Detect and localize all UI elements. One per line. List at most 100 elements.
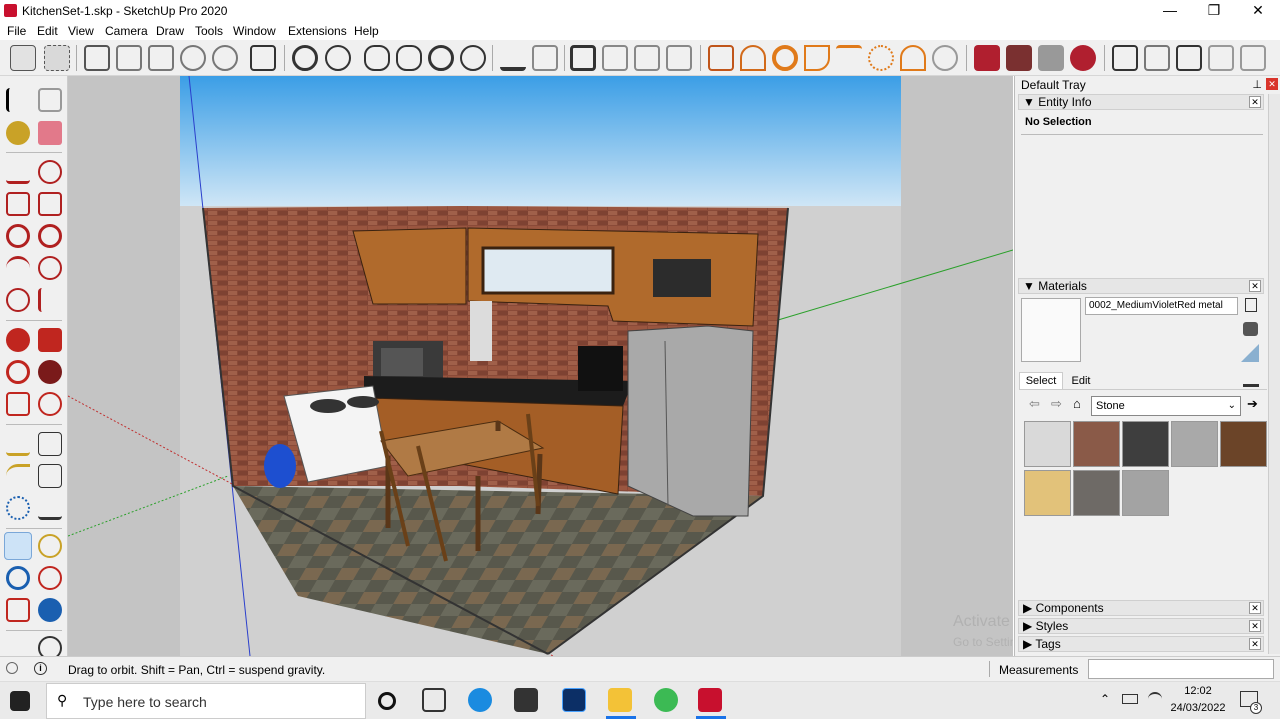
teapot-icon[interactable] [364,45,390,71]
material-paint-icon[interactable] [1245,298,1257,312]
home-icon[interactable]: ⌂ [1073,396,1081,411]
material-name-field[interactable]: 0002_MediumVioletRed metal [1085,297,1238,315]
pin-icon[interactable]: ⊥ [1252,78,1262,91]
move-icon[interactable] [6,328,30,352]
edge-browser-icon[interactable] [468,688,492,712]
extension-manager-icon[interactable] [1070,45,1096,71]
tray-scrollbar[interactable] [1268,94,1280,654]
materials-header[interactable]: ▼ Materials ✕ [1018,278,1264,294]
arc-icon[interactable] [6,256,30,280]
tape-measure-icon[interactable] [6,432,30,456]
pan-icon[interactable] [38,534,62,558]
3d-text-icon[interactable] [38,496,62,520]
mail-icon[interactable] [514,688,538,712]
circle-icon[interactable] [6,224,30,248]
3pt-arc-icon[interactable] [6,288,30,312]
back-arrow-icon[interactable]: ⇦ [1029,396,1040,412]
front-view-icon[interactable] [148,45,174,71]
make-component-icon[interactable] [38,88,62,112]
omni-light-icon[interactable] [772,45,798,71]
material-swatch-3[interactable] [1122,421,1169,467]
zoom-extents-icon[interactable] [6,598,30,622]
instructor-info-icon[interactable]: i [34,662,47,675]
material-swatch-8[interactable] [1122,470,1169,516]
sun-icon[interactable] [868,45,894,71]
hand-select-icon[interactable] [250,45,276,71]
top-view-icon[interactable] [116,45,142,71]
minimize-button[interactable]: — [1148,0,1192,22]
render-icon[interactable] [428,45,454,71]
material-swatch-2[interactable] [1073,421,1120,467]
ies-light-icon[interactable] [836,45,862,71]
material-swatch-7[interactable] [1073,470,1120,516]
polygon-icon[interactable] [38,224,62,248]
tags-close-icon[interactable]: ✕ [1249,638,1261,650]
extension-warehouse-icon[interactable] [974,45,1000,71]
sandbox-icon[interactable] [292,45,318,71]
menu-view[interactable]: View [68,24,94,38]
details-arrow-icon[interactable]: ➔ [1247,396,1258,412]
menu-camera[interactable]: Camera [105,24,148,38]
tab-edit[interactable]: Edit [1063,374,1099,389]
axes-icon[interactable] [6,496,30,520]
components-header[interactable]: ▶ Components ✕ [1018,600,1264,616]
lock-icon[interactable] [666,45,692,71]
rotate-icon[interactable] [6,360,30,384]
previous-view-icon[interactable] [38,598,62,622]
material-swatch-6[interactable] [1024,470,1071,516]
scene-icon[interactable] [570,45,596,71]
close-button[interactable]: ✕ [1236,0,1280,22]
menu-extensions[interactable]: Extensions [288,24,347,38]
taskbar-search-box[interactable]: ⚲ Type here to search [46,683,366,719]
tray-chevron-icon[interactable]: ⌃ [1100,692,1110,706]
clock-time[interactable]: 12:02 [1170,685,1226,697]
2pt-arc-icon[interactable] [38,256,62,280]
section-cut-icon[interactable] [532,45,558,71]
pencil-icon[interactable] [6,160,30,184]
material-library-select[interactable]: Stone ⌄ [1091,396,1241,416]
select-arrow-icon[interactable] [6,88,30,112]
menu-window[interactable]: Window [233,24,276,38]
tray-close-icon[interactable]: ✕ [1266,78,1278,90]
scale-icon[interactable] [6,392,30,416]
warehouse-upload-icon[interactable] [1006,45,1032,71]
light-gen-icon[interactable] [932,45,958,71]
box-solid-icon[interactable] [1176,45,1202,71]
scene-image-icon[interactable] [634,45,660,71]
chrome-icon[interactable] [654,688,678,712]
orbit-icon[interactable] [4,532,32,560]
geo-location-icon[interactable] [6,662,18,674]
restore-button[interactable]: ❐ [1192,0,1236,22]
lights-settings-icon[interactable] [708,45,734,71]
spotlight-icon[interactable] [740,45,766,71]
menu-draw[interactable]: Draw [156,24,184,38]
select-tool-icon[interactable] [10,45,36,71]
wifi-icon[interactable] [1148,692,1162,706]
menu-help[interactable]: Help [354,24,379,38]
photoshop-icon[interactable] [562,688,586,712]
refresh-render-icon[interactable] [460,45,486,71]
materials-close-icon[interactable]: ✕ [1249,280,1261,292]
rectangle-icon[interactable] [6,192,30,216]
rotated-rectangle-icon[interactable] [38,192,62,216]
text-icon[interactable] [38,464,62,488]
paint-bucket-icon[interactable] [6,121,30,145]
iso-view-icon[interactable] [84,45,110,71]
grass-icon[interactable] [1208,45,1234,71]
styles-header[interactable]: ▶ Styles ✕ [1018,618,1264,634]
eyedropper-icon[interactable] [1243,371,1259,387]
menu-edit[interactable]: Edit [37,24,58,38]
sketchup-taskbar-icon[interactable] [698,688,722,712]
material-swatch-4[interactable] [1171,421,1218,467]
offset-icon[interactable] [38,392,62,416]
forward-arrow-icon[interactable]: ⇨ [1051,396,1062,412]
protractor-icon[interactable] [6,464,30,488]
menu-file[interactable]: File [7,24,26,38]
create-material-icon[interactable] [1243,322,1258,336]
components-close-icon[interactable]: ✕ [1249,602,1261,614]
styles-close-icon[interactable]: ✕ [1249,620,1261,632]
sample-paint-icon[interactable] [1241,344,1259,362]
follow-me-icon[interactable] [38,360,62,384]
measurements-input[interactable] [1088,659,1274,679]
paint-style-icon[interactable] [325,45,351,71]
